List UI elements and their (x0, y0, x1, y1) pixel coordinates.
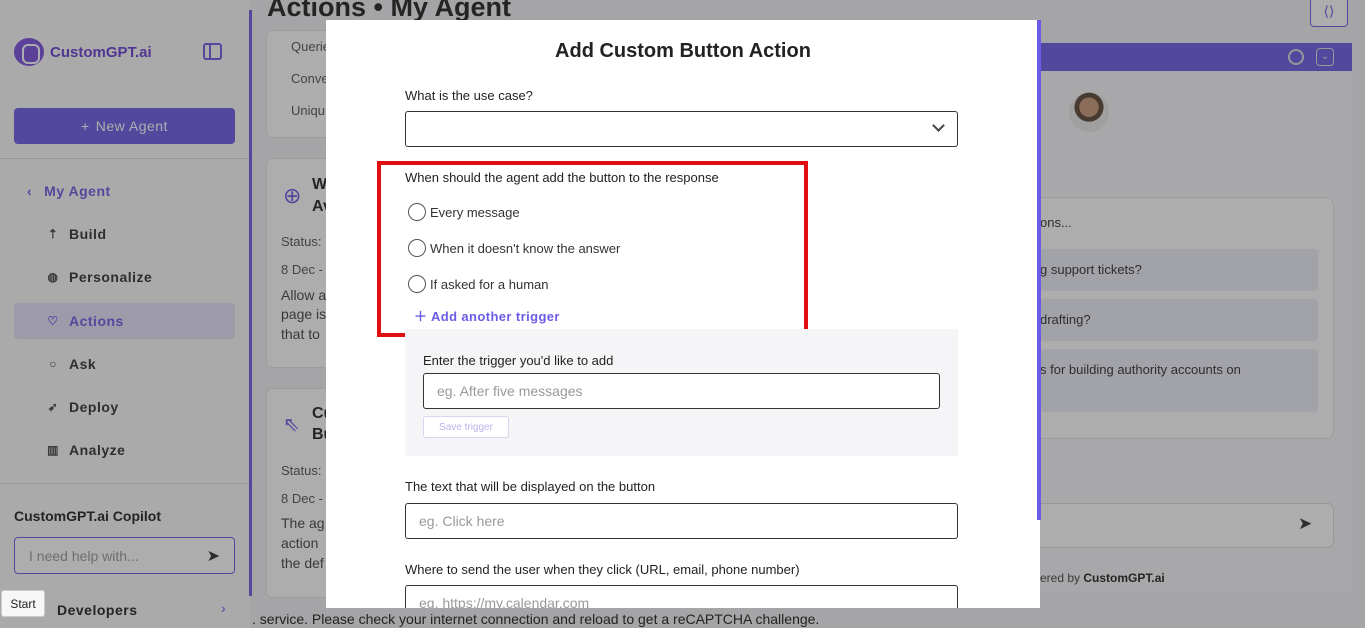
trigger-input[interactable]: eg. After five messages (423, 373, 940, 409)
option-label: Every message (430, 204, 520, 220)
option-every-message[interactable]: Every message (408, 203, 520, 221)
option-asked-human[interactable]: If asked for a human (408, 275, 549, 293)
use-case-label: What is the use case? (405, 88, 533, 103)
option-doesnt-know[interactable]: When it doesn't know the answer (408, 239, 620, 257)
destination-label: Where to send the user when they click (… (405, 562, 800, 577)
plus-icon: ＋ (414, 309, 431, 324)
option-label: When it doesn't know the answer (430, 240, 621, 256)
destination-input[interactable]: eg. https://my.calendar.com (405, 585, 958, 608)
button-text-placeholder: eg. Click here (419, 513, 505, 529)
recaptcha-notice: . service. Please check your internet co… (252, 611, 820, 627)
trigger-placeholder: eg. After five messages (437, 383, 583, 399)
save-trigger-button[interactable]: Save trigger (423, 416, 509, 438)
trigger-label: Enter the trigger you'd like to add (423, 353, 614, 368)
use-case-select[interactable] (405, 111, 958, 147)
button-text-label: The text that will be displayed on the b… (405, 479, 656, 494)
add-trigger-button[interactable]: ＋ Add another trigger (414, 306, 560, 325)
add-trigger-label: Add another trigger (430, 309, 560, 324)
option-label: If asked for a human (430, 276, 549, 292)
start-tooltip: Start (1, 590, 45, 617)
checkbox[interactable] (408, 275, 426, 293)
chevron-down-icon (932, 119, 945, 132)
button-text-input[interactable]: eg. Click here (405, 503, 958, 539)
checkbox[interactable] (408, 203, 426, 221)
checkbox[interactable] (408, 239, 426, 257)
when-label: When should the agent add the button to … (405, 170, 719, 185)
modal-scrollbar[interactable] (1037, 20, 1041, 520)
destination-placeholder: eg. https://my.calendar.com (419, 595, 590, 608)
modal-title: Add Custom Button Action (555, 40, 811, 62)
add-custom-button-modal: Add Custom Button Action What is the use… (326, 20, 1040, 608)
